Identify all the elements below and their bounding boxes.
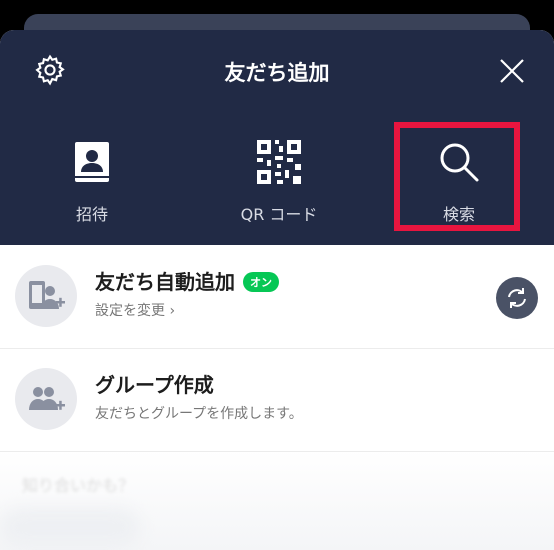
qr-code-icon <box>257 140 301 184</box>
section-heading: 知り合いかも？ <box>22 476 135 495</box>
phone-add-icon <box>29 281 65 309</box>
blurred-item <box>0 508 140 548</box>
add-friends-sheet: 友だち追加 招待 QR コード 検索 友だち自動追加 オン 設定を変更 › グル… <box>0 30 554 550</box>
invite-button[interactable]: 招待 <box>32 135 152 225</box>
row-subtitle: 設定を変更 <box>95 303 165 319</box>
row-title: グループ作成 <box>95 373 214 397</box>
auto-add-friends-row[interactable]: 友だち自動追加 オン 設定を変更 › <box>0 245 554 348</box>
contact-book-icon <box>75 142 109 182</box>
row-title-text: 友だち自動追加 <box>95 270 235 294</box>
row-title: 友だち自動追加 オン <box>95 266 279 295</box>
search-highlight-box <box>394 122 520 231</box>
page-title: 友だち追加 <box>224 61 330 85</box>
avatar <box>15 368 77 430</box>
chevron-right-icon: › <box>169 303 176 319</box>
refresh-icon <box>508 288 526 308</box>
qr-code-button[interactable]: QR コード <box>219 135 339 225</box>
close-icon[interactable] <box>498 57 526 85</box>
avatar <box>15 265 77 327</box>
invite-label: 招待 <box>75 205 108 224</box>
qr-code-label: QR コード <box>240 205 318 224</box>
row-subtitle: 友だちとグループを作成します。 <box>95 406 303 422</box>
create-group-row[interactable]: グループ作成 友だちとグループを作成します。 <box>0 348 554 451</box>
sheet-header: 友だち追加 招待 QR コード 検索 <box>0 30 554 245</box>
group-add-icon <box>29 387 65 410</box>
status-badge: オン <box>243 272 279 292</box>
sync-button[interactable] <box>496 277 538 319</box>
change-settings-link[interactable]: 設定を変更 › <box>95 300 175 320</box>
